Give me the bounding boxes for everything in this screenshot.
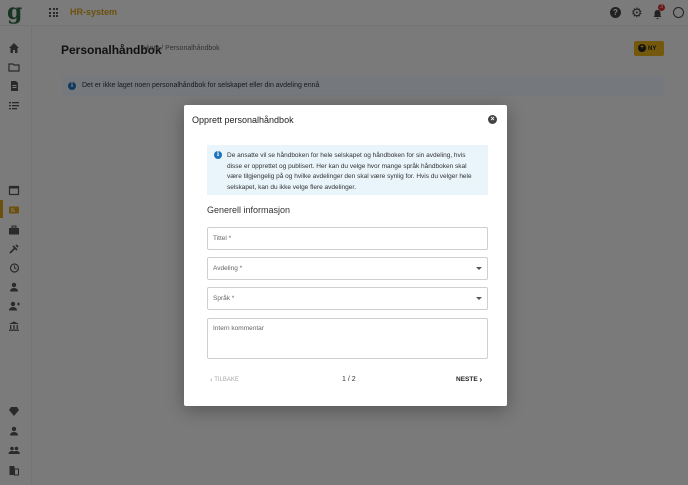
internal-comment-textarea[interactable]: Intern kommentar — [207, 318, 488, 359]
section-title: Generell informasjon — [207, 205, 291, 215]
chevron-right-icon: › — [479, 375, 483, 384]
language-select-label: Språk * — [213, 295, 235, 302]
dialog-info-box: i De ansatte vil se håndboken for hele s… — [207, 145, 488, 195]
language-select[interactable]: Språk * — [207, 287, 488, 310]
back-button-label: TILBAKE — [214, 377, 239, 383]
chevron-left-icon: ‹ — [210, 375, 213, 384]
back-button[interactable]: ‹ TILBAKE — [210, 375, 239, 384]
internal-comment-label: Intern kommentar — [213, 325, 264, 332]
dialog-info-text: De ansatte vil se håndboken for hele sel… — [227, 152, 472, 191]
next-button-label: NESTE — [456, 376, 478, 383]
info-icon: i — [214, 151, 222, 159]
dialog-title: Opprett personalhåndbok — [192, 115, 294, 125]
title-input[interactable]: Tittel * — [207, 227, 488, 250]
create-handbook-dialog: Opprett personalhåndbok × i De ansatte v… — [184, 105, 507, 406]
chevron-down-icon — [476, 297, 482, 300]
department-select[interactable]: Avdeling * — [207, 257, 488, 280]
chevron-down-icon — [476, 267, 482, 270]
next-button[interactable]: NESTE › — [456, 375, 482, 384]
step-indicator: 1 / 2 — [342, 376, 356, 383]
close-icon[interactable]: × — [488, 115, 497, 124]
title-input-label: Tittel * — [213, 235, 232, 242]
department-select-label: Avdeling * — [213, 265, 243, 272]
